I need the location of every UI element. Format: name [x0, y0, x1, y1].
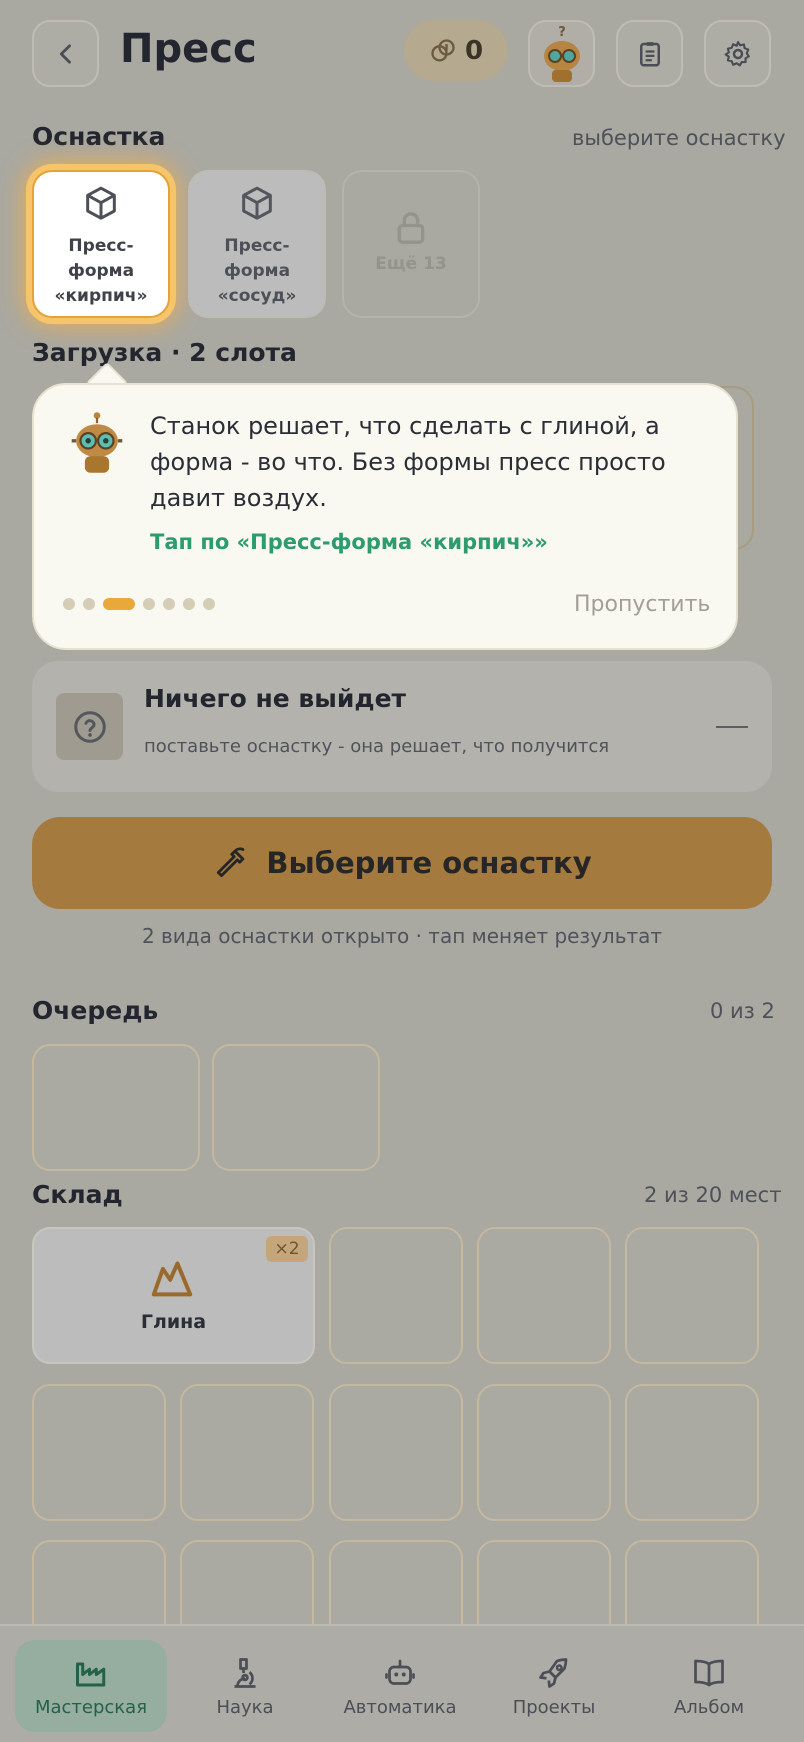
skip-tutorial-button[interactable]: Пропустить [574, 592, 710, 617]
progress-dot [143, 598, 155, 610]
nav-label: Наука [216, 1696, 274, 1718]
nav-item-automation[interactable]: Автоматика [324, 1640, 476, 1732]
warehouse-slot[interactable] [477, 1227, 611, 1364]
cube-icon [242, 186, 272, 220]
nav-item-album[interactable]: Альбом [633, 1640, 785, 1732]
choose-tooling-label: Выберите оснастку [266, 846, 592, 880]
cube-icon [86, 186, 116, 220]
tool-card-vessel-mold[interactable]: Пресс-форма «сосуд» [188, 170, 326, 318]
tooling-hint: 2 вида оснастки открыто · тап меняет рез… [141, 924, 663, 948]
nav-label: Проекты [512, 1696, 596, 1718]
warehouse-slot[interactable] [180, 1384, 314, 1521]
robot-icon [385, 1659, 415, 1685]
tooltip-text: Станок решает, что сделать с глиной, а ф… [150, 412, 666, 512]
warehouse-slot[interactable] [477, 1384, 611, 1521]
svg-text:?: ? [558, 25, 566, 40]
clay-icon [151, 1261, 193, 1297]
warehouse-title: Склад [32, 1180, 123, 1209]
page-title: Пресс [120, 26, 257, 72]
tooltip-action: Тап по «Пресс-форма «кирпич»» [150, 530, 548, 554]
progress-dot [163, 598, 175, 610]
nav-label: Альбом [673, 1696, 745, 1718]
tooling-title: Оснастка [32, 122, 166, 151]
back-button[interactable] [32, 20, 99, 87]
queue-slot[interactable] [212, 1044, 380, 1171]
tool-card-label: Пресс-форма «сосуд» [217, 236, 297, 306]
queue-count: 0 из 2 [710, 999, 775, 1023]
lock-icon [397, 212, 425, 244]
factory-icon [76, 1662, 106, 1686]
nav-item-workshop[interactable]: Мастерская [15, 1640, 167, 1732]
coins-icon [431, 38, 455, 61]
nav-label: Мастерская [34, 1696, 148, 1718]
rocket-icon [539, 1657, 568, 1688]
queue-title: Очередь [32, 996, 159, 1025]
tutorial-progress-dots [63, 598, 215, 610]
queue-slot[interactable] [32, 1044, 200, 1171]
robot-mascot-icon: ? [543, 25, 580, 82]
item-name: Глина [140, 1311, 207, 1333]
loading-title: Загрузка · 2 слота [32, 338, 297, 367]
book-icon [694, 1659, 724, 1686]
result-title: Ничего не выйдет [144, 684, 407, 713]
tool-card-label: Ещё 13 [375, 254, 447, 274]
tool-card-brick-mold[interactable]: Пресс-форма «кирпич» [32, 170, 170, 318]
helper-robot-button[interactable]: ? [528, 20, 595, 87]
choose-tooling-button[interactable]: Выберите оснастку [32, 817, 772, 909]
microscope-icon [234, 1657, 256, 1688]
warehouse-slot[interactable] [329, 1227, 463, 1364]
progress-dot-active [103, 598, 135, 610]
hammer-icon [217, 847, 245, 878]
warehouse-slot[interactable] [625, 1384, 759, 1521]
warehouse-slot[interactable] [625, 1227, 759, 1364]
tool-card-locked-more[interactable]: Ещё 13 [342, 170, 480, 318]
nav-item-science[interactable]: Наука [169, 1640, 321, 1732]
clipboard-icon [639, 41, 660, 66]
tasks-button[interactable] [616, 20, 683, 87]
settings-button[interactable] [704, 20, 771, 87]
warehouse-slot[interactable] [329, 1384, 463, 1521]
result-subtitle: поставьте оснастку - она решает, что пол… [144, 736, 610, 757]
coin-counter[interactable]: 0 [404, 20, 508, 81]
progress-dot [63, 598, 75, 610]
result-icon-box [56, 693, 123, 760]
nav-label: Автоматика [343, 1696, 457, 1718]
result-dash [716, 726, 748, 728]
progress-dot [83, 598, 95, 610]
nav-item-projects[interactable]: Проекты [478, 1640, 630, 1732]
coin-count: 0 [464, 35, 484, 66]
result-card [32, 661, 772, 792]
warehouse-count: 2 из 20 мест [644, 1183, 782, 1207]
gear-icon [724, 40, 750, 66]
robot-mascot-icon [71, 412, 123, 473]
item-quantity-badge: ×2 [266, 1236, 308, 1262]
tool-card-label: Пресс-форма «кирпич» [54, 236, 148, 306]
warehouse-slot[interactable] [32, 1384, 166, 1521]
progress-dot [183, 598, 195, 610]
progress-dot [203, 598, 215, 610]
chevron-left-icon [59, 43, 71, 64]
question-icon [73, 710, 106, 743]
tooling-note: выберите оснастку [572, 126, 786, 150]
